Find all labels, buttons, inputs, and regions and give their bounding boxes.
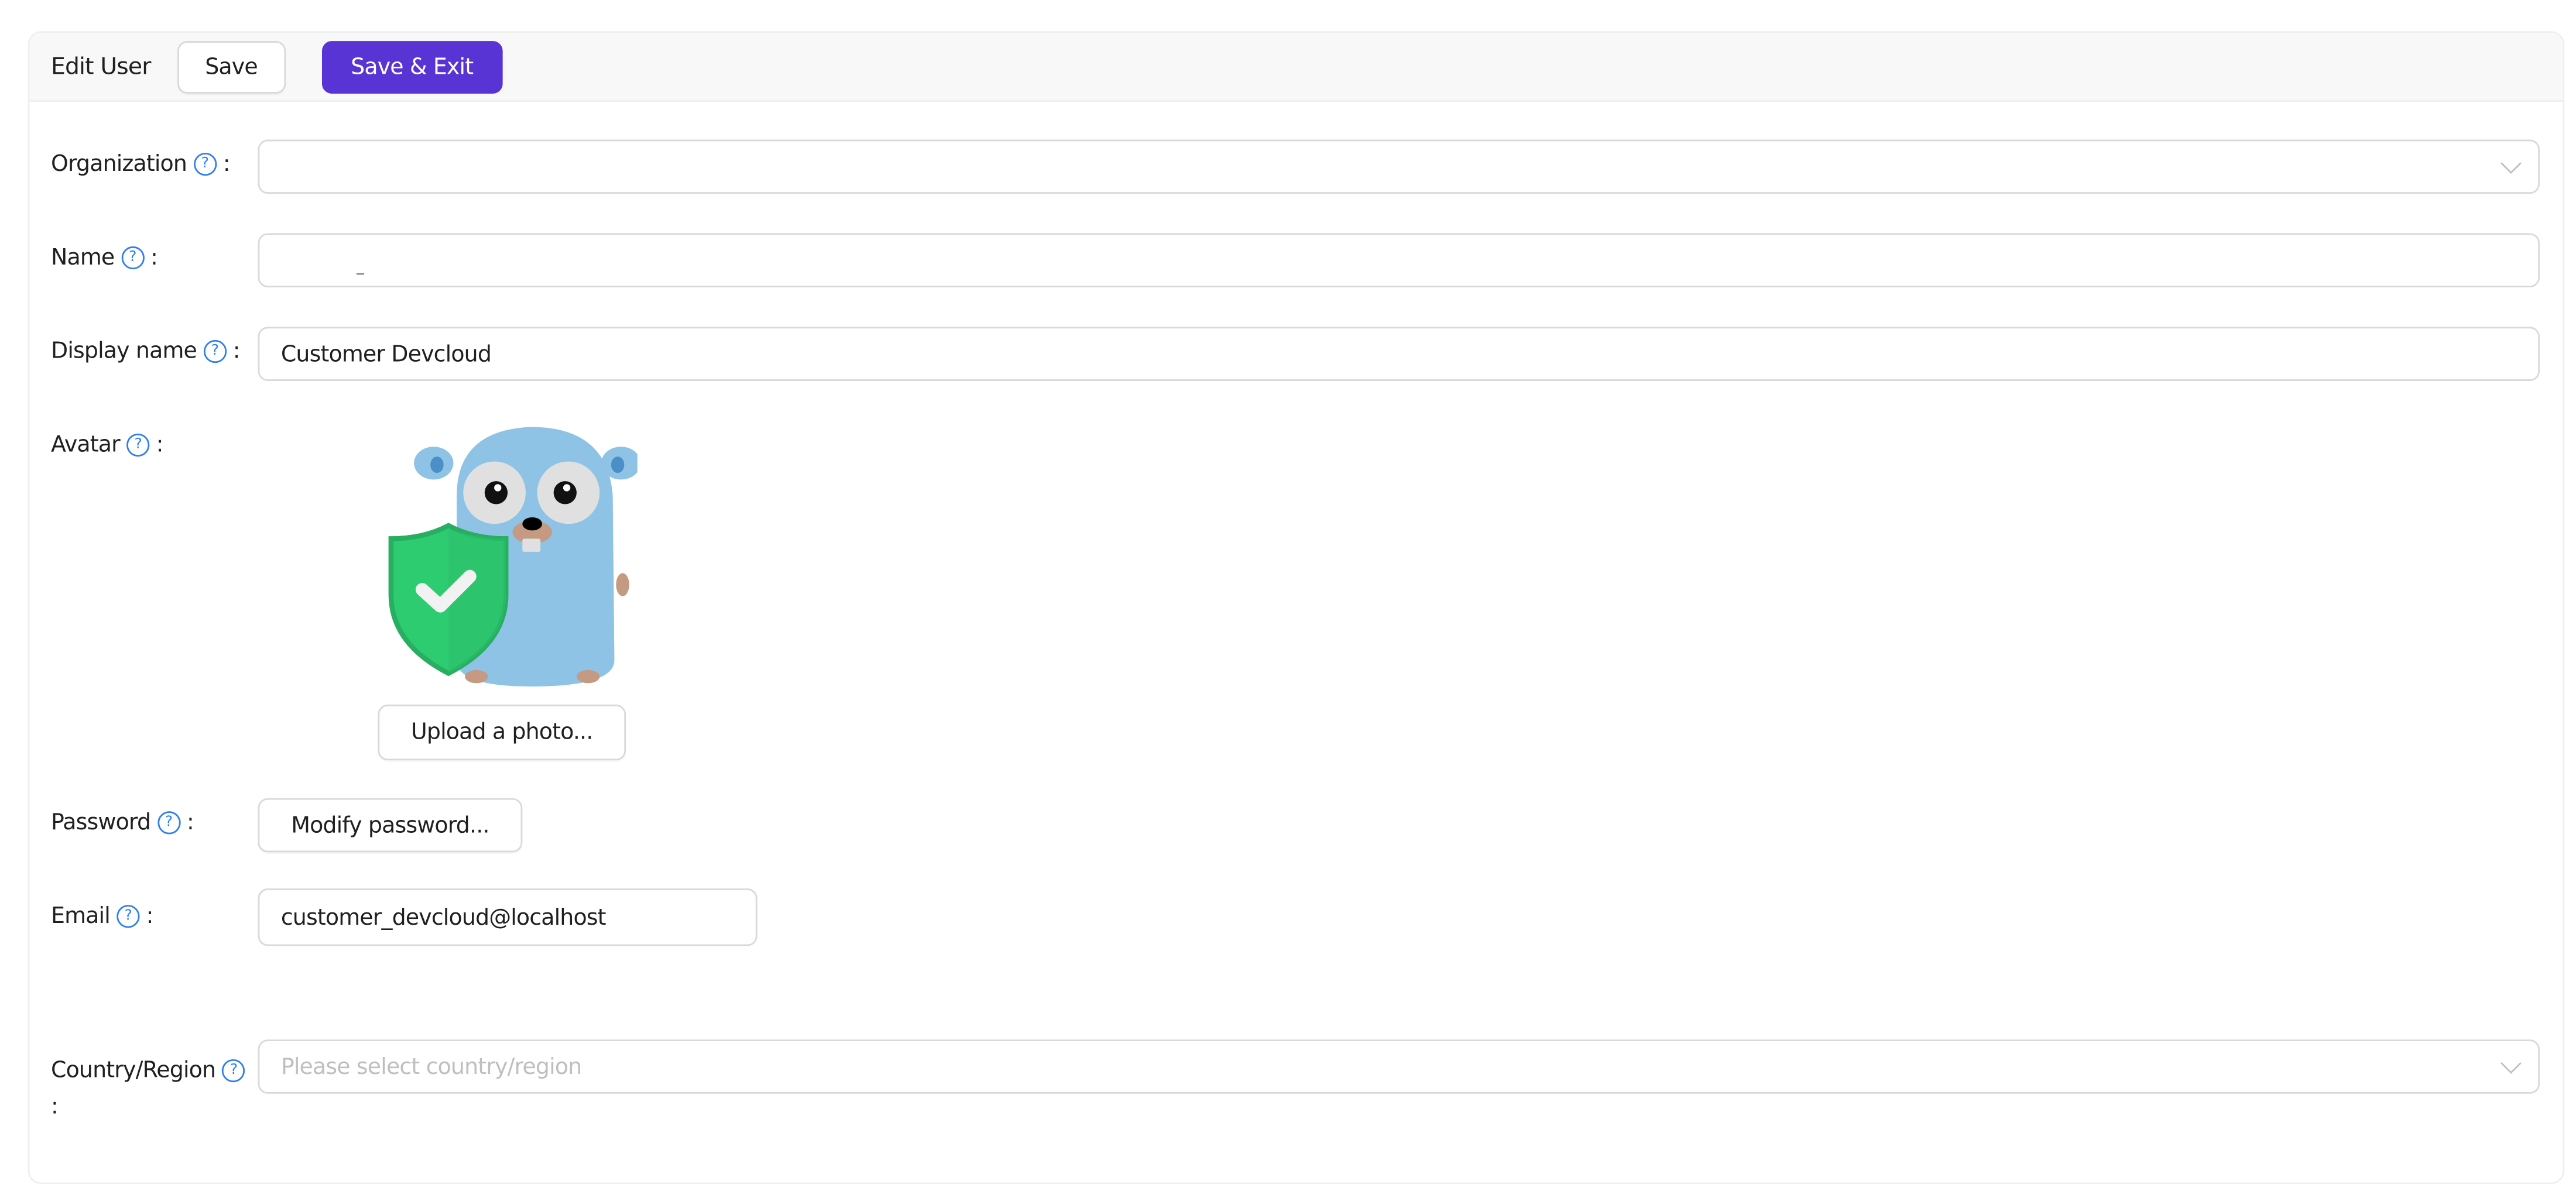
display-name-label: Display name ? : — [50, 338, 241, 365]
colon: : — [150, 245, 158, 271]
display-name-label-text: Display name — [50, 338, 197, 365]
colon: : — [232, 338, 241, 365]
colon: : — [50, 1093, 59, 1120]
question-circle-icon[interactable]: ? — [121, 246, 144, 270]
email-label-text: Email — [50, 903, 111, 930]
colon: : — [222, 151, 231, 178]
chevron-down-icon — [2500, 153, 2522, 174]
question-circle-icon[interactable]: ? — [222, 1059, 245, 1083]
page-root: Edit User Save Save & Exit Organization … — [0, 0, 2576, 1184]
question-circle-icon[interactable]: ? — [117, 905, 140, 928]
organization-select[interactable] — [258, 139, 2540, 194]
chevron-down-icon — [2500, 1053, 2522, 1074]
colon: : — [146, 903, 154, 930]
name-input[interactable]: _ — [258, 233, 2540, 288]
upload-photo-button[interactable]: Upload a photo... — [378, 704, 626, 761]
display-name-input[interactable]: Customer Devcloud — [258, 327, 2540, 381]
country-region-placeholder: Please select country/region — [280, 1053, 582, 1080]
organization-label-text: Organization — [50, 151, 187, 178]
page-title: Edit User — [50, 53, 151, 80]
organization-label: Organization ? : — [50, 151, 231, 178]
edit-user-card: Edit User Save Save & Exit Organization … — [28, 31, 2565, 1184]
colon: : — [156, 431, 164, 458]
colon: : — [186, 809, 194, 836]
save-exit-button[interactable]: Save & Exit — [321, 40, 503, 93]
country-region-select[interactable]: Please select country/region — [258, 1039, 2540, 1094]
modify-password-button[interactable]: Modify password... — [258, 798, 523, 853]
card-header: Edit User Save Save & Exit — [29, 33, 2563, 102]
country-region-label-text: Country/Region — [50, 1058, 216, 1084]
save-button[interactable]: Save — [177, 40, 286, 93]
password-label: Password ? : — [51, 809, 194, 836]
name-label-text: Name — [50, 245, 115, 271]
avatar-label-text: Avatar — [50, 431, 121, 458]
question-circle-icon[interactable]: ? — [203, 339, 227, 363]
name-label: Name ? : — [50, 245, 158, 271]
country-region-label: Country/Region ? : — [51, 1053, 265, 1125]
question-circle-icon[interactable]: ? — [193, 152, 217, 176]
avatar-label: Avatar ? : — [51, 432, 163, 458]
email-label: Email ? : — [51, 903, 153, 929]
password-label-text: Password — [50, 809, 151, 836]
email-input[interactable]: customer_devcloud@localhost — [258, 888, 758, 946]
question-circle-icon[interactable]: ? — [126, 433, 150, 457]
question-circle-icon[interactable]: ? — [157, 811, 180, 835]
avatar-image — [388, 427, 638, 687]
